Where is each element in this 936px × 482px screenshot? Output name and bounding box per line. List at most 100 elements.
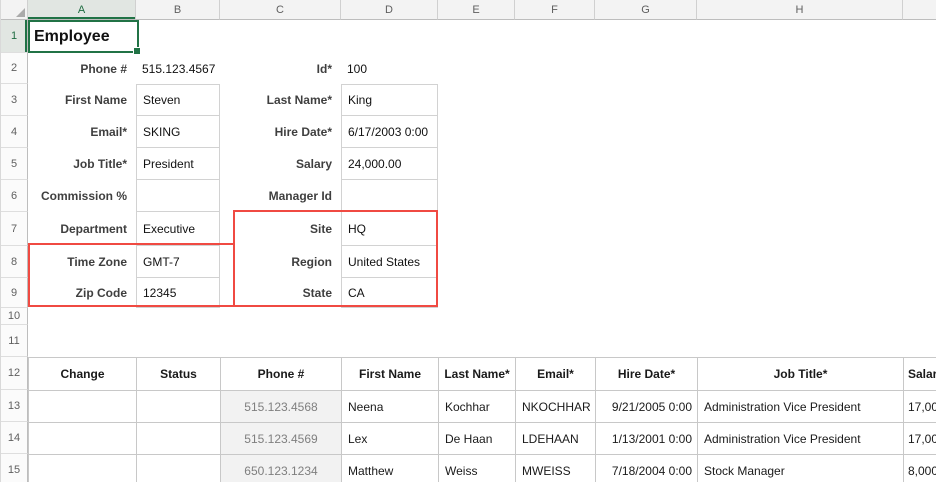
cell-salary[interactable]: 8,000.00 bbox=[904, 455, 936, 482]
select-all-corner[interactable] bbox=[1, 0, 28, 20]
table-header-status[interactable]: Status bbox=[137, 358, 221, 391]
cell-job-title[interactable]: Administration Vice President bbox=[698, 391, 904, 423]
cell-first-name[interactable]: Lex bbox=[342, 423, 439, 455]
table-header-email[interactable]: Email* bbox=[516, 358, 596, 391]
cell-last-name-value[interactable]: King bbox=[341, 84, 438, 116]
cell-email[interactable]: LDEHAAN bbox=[516, 423, 596, 455]
cell-status[interactable] bbox=[137, 423, 221, 455]
form-row-department-site: Department Executive Site HQ bbox=[1, 212, 936, 246]
cell-phone[interactable]: 515.123.4568 bbox=[221, 391, 342, 423]
cell-job-title-value[interactable]: President bbox=[136, 148, 220, 180]
column-header-h[interactable]: H bbox=[697, 0, 903, 20]
fill-handle[interactable] bbox=[133, 47, 141, 55]
cell-first-name[interactable]: Matthew bbox=[342, 455, 439, 482]
cell-phone[interactable]: 515.123.4569 bbox=[221, 423, 342, 455]
cell-manager-id-value[interactable] bbox=[341, 180, 438, 212]
cell-last-name[interactable]: Weiss bbox=[439, 455, 516, 482]
column-header-f[interactable]: F bbox=[515, 0, 595, 20]
row-header-14[interactable]: 14 bbox=[1, 422, 28, 454]
form-row-phone-id: Phone # 515.123.4567 Id* 100 bbox=[1, 53, 936, 84]
form-row-zipcode-state: Zip Code 12345 State CA bbox=[1, 278, 936, 308]
cell-site-value[interactable]: HQ bbox=[341, 212, 438, 246]
row-header-13[interactable]: 13 bbox=[1, 390, 28, 422]
form-row-timezone-region: Time Zone GMT-7 Region United States bbox=[1, 246, 936, 278]
table-header-phone[interactable]: Phone # bbox=[221, 358, 342, 391]
table-header-last-name[interactable]: Last Name* bbox=[439, 358, 516, 391]
cell-email[interactable]: MWEISS bbox=[516, 455, 596, 482]
row-header-1[interactable]: 1 bbox=[1, 20, 28, 53]
label-zip-code: Zip Code bbox=[28, 278, 136, 308]
form-row-jobtitle-salary: Job Title* President Salary 24,000.00 bbox=[1, 148, 936, 180]
cell-status[interactable] bbox=[137, 391, 221, 423]
cell-change[interactable] bbox=[29, 423, 137, 455]
row-header-10[interactable]: 10 bbox=[1, 308, 28, 325]
cell-id-value[interactable]: 100 bbox=[341, 53, 438, 84]
row-header-8[interactable]: 8 bbox=[1, 246, 28, 278]
row-header-7[interactable]: 7 bbox=[1, 212, 28, 246]
label-department: Department bbox=[28, 212, 136, 246]
cell-last-name[interactable]: Kochhar bbox=[439, 391, 516, 423]
row-header-2[interactable]: 2 bbox=[1, 53, 28, 84]
label-phone: Phone # bbox=[28, 53, 136, 84]
row-header-6[interactable]: 6 bbox=[1, 180, 28, 212]
label-email: Email* bbox=[28, 116, 136, 148]
cell-commission-value[interactable] bbox=[136, 180, 220, 212]
column-header-e[interactable]: E bbox=[438, 0, 515, 20]
column-header-c[interactable]: C bbox=[220, 0, 341, 20]
column-header-a[interactable]: A bbox=[28, 0, 136, 20]
row-header-4[interactable]: 4 bbox=[1, 116, 28, 148]
form-row-email-hiredate: Email* SKING Hire Date* 6/17/2003 0:00 bbox=[1, 116, 936, 148]
table-header-salary[interactable]: Salary bbox=[904, 358, 936, 391]
label-manager-id: Manager Id bbox=[220, 180, 341, 212]
column-header-bar: A B C D E F G H I bbox=[1, 0, 936, 20]
selected-cell-a1[interactable]: Employee bbox=[28, 20, 139, 53]
cell-first-name[interactable]: Neena bbox=[342, 391, 439, 423]
cell-email-value[interactable]: SKING bbox=[136, 116, 220, 148]
label-id: Id* bbox=[220, 53, 341, 84]
cell-hire-date-value[interactable]: 6/17/2003 0:00 bbox=[341, 116, 438, 148]
label-job-title: Job Title* bbox=[28, 148, 136, 180]
form-row-firstname-lastname: First Name Steven Last Name* King bbox=[1, 84, 936, 116]
table-header-job-title[interactable]: Job Title* bbox=[698, 358, 904, 391]
cell-job-title[interactable]: Administration Vice President bbox=[698, 423, 904, 455]
cell-time-zone-value[interactable]: GMT-7 bbox=[136, 246, 220, 278]
cell-state-value[interactable]: CA bbox=[341, 278, 438, 308]
cell-email[interactable]: NKOCHHAR bbox=[516, 391, 596, 423]
cell-phone[interactable]: 650.123.1234 bbox=[221, 455, 342, 482]
cell-zip-code-value[interactable]: 12345 bbox=[136, 278, 220, 308]
cell-hire-date[interactable]: 1/13/2001 0:00 bbox=[596, 423, 698, 455]
cell-hire-date[interactable]: 9/21/2005 0:00 bbox=[596, 391, 698, 423]
column-header-i[interactable]: I bbox=[903, 0, 936, 20]
cell-hire-date[interactable]: 7/18/2004 0:00 bbox=[596, 455, 698, 482]
cell-salary-value[interactable]: 24,000.00 bbox=[341, 148, 438, 180]
table-header-change[interactable]: Change bbox=[29, 358, 137, 391]
cell-last-name[interactable]: De Haan bbox=[439, 423, 516, 455]
select-all-triangle-icon bbox=[16, 8, 25, 17]
cell-status[interactable] bbox=[137, 455, 221, 482]
cell-first-name-value[interactable]: Steven bbox=[136, 84, 220, 116]
form-row-commission-managerid: Commission % Manager Id bbox=[1, 180, 936, 212]
cell-change[interactable] bbox=[29, 391, 137, 423]
label-time-zone: Time Zone bbox=[28, 246, 136, 278]
cell-phone-value[interactable]: 515.123.4567 bbox=[136, 53, 220, 84]
cell-department-value[interactable]: Executive bbox=[136, 212, 220, 246]
column-header-b[interactable]: B bbox=[136, 0, 220, 20]
cell-region-value[interactable]: United States bbox=[341, 246, 438, 278]
table-header-first-name[interactable]: First Name bbox=[342, 358, 439, 391]
table-header-hire-date[interactable]: Hire Date* bbox=[596, 358, 698, 391]
label-region: Region bbox=[220, 246, 341, 278]
row-header-9[interactable]: 9 bbox=[1, 278, 28, 308]
sheet-title: Employee bbox=[34, 28, 110, 46]
row-header-5[interactable]: 5 bbox=[1, 148, 28, 180]
cell-salary[interactable]: 17,000.00 bbox=[904, 423, 936, 455]
row-header-11[interactable]: 11 bbox=[1, 325, 28, 357]
column-header-d[interactable]: D bbox=[341, 0, 438, 20]
row-header-15[interactable]: 15 bbox=[1, 454, 28, 482]
label-first-name: First Name bbox=[28, 84, 136, 116]
cell-change[interactable] bbox=[29, 455, 137, 482]
row-header-12[interactable]: 12 bbox=[1, 357, 28, 390]
row-header-3[interactable]: 3 bbox=[1, 84, 28, 116]
column-header-g[interactable]: G bbox=[595, 0, 697, 20]
cell-job-title[interactable]: Stock Manager bbox=[698, 455, 904, 482]
cell-salary[interactable]: 17,000.00 bbox=[904, 391, 936, 423]
